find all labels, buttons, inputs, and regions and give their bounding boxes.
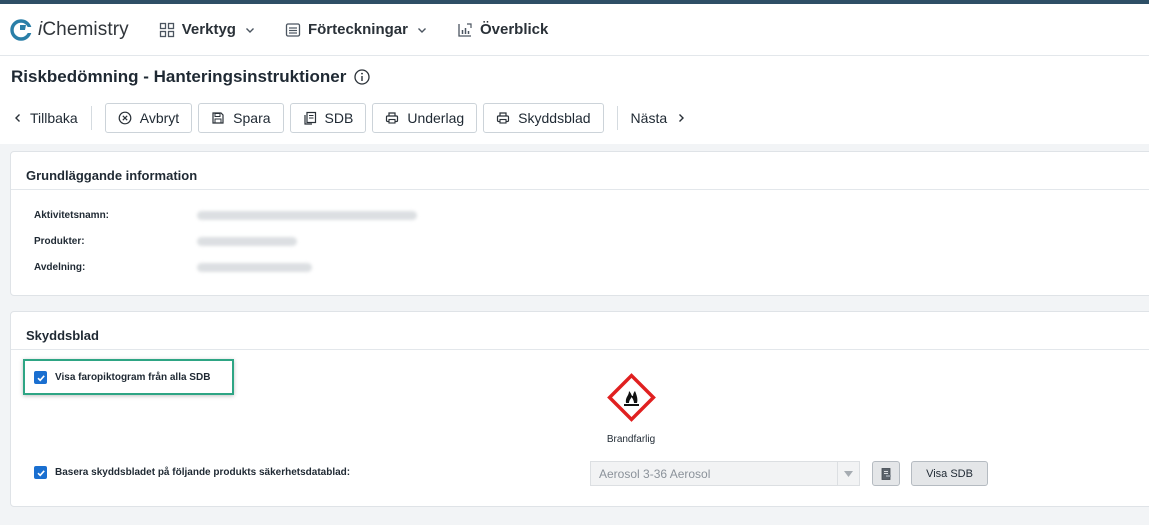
back-label: Tillbaka: [30, 110, 78, 126]
toolbar-divider: [616, 106, 618, 130]
underlag-label: Underlag: [407, 110, 465, 126]
department-label: Avdelning:: [34, 262, 86, 273]
base-on-product-checkbox[interactable]: [34, 466, 47, 479]
nav-forteckningar[interactable]: Förteckningar: [285, 21, 427, 38]
app-logo[interactable]: iChemistry: [10, 19, 129, 41]
save-label: Spara: [233, 110, 271, 126]
cancel-button[interactable]: Avbryt: [104, 103, 193, 133]
next-label: Nästa: [630, 110, 668, 126]
chevron-left-icon: [15, 114, 20, 122]
products-value: [197, 237, 297, 246]
document-export-icon: [881, 467, 891, 480]
skyddsblad-title: Skyddsblad: [11, 312, 1149, 350]
base-on-product-option[interactable]: Basera skyddsbladet på följande produkts…: [34, 466, 350, 479]
underlag-button[interactable]: Underlag: [372, 103, 478, 133]
activity-name-label: Aktivitetsnamn:: [34, 210, 110, 221]
printer-icon: [386, 112, 399, 124]
documents-icon: [303, 111, 316, 125]
list-icon: [285, 22, 301, 37]
basic-info-title: Grundläggande information: [11, 152, 1149, 190]
nav-verktyg[interactable]: Verktyg: [159, 21, 255, 38]
skyddsblad-button[interactable]: Skyddsblad: [483, 103, 604, 133]
printer-icon: [497, 112, 510, 124]
flammable-pictogram-icon: [607, 373, 656, 422]
cancel-icon: [118, 111, 132, 125]
chevron-down-icon: [417, 27, 426, 33]
page-title-text: Riskbedömning - Hanteringsinstruktioner: [11, 67, 347, 86]
page-title: Riskbedömning - Hanteringsinstruktioner: [11, 67, 370, 87]
toolbar-divider: [90, 106, 92, 130]
content-area: Grundläggande information Aktivitetsnamn…: [0, 144, 1149, 525]
department-value: [197, 263, 312, 272]
checkmark-icon: [36, 469, 45, 476]
product-select-value: Aerosol 3-36 Aerosol: [599, 466, 711, 481]
basic-info-card: Grundläggande information Aktivitetsnamn…: [10, 151, 1149, 296]
open-document-button[interactable]: [872, 461, 900, 486]
visa-sdb-button[interactable]: Visa SDB: [911, 461, 988, 486]
top-navigation: iChemistry Verktyg Förteckningar Överbli…: [0, 4, 1149, 56]
save-icon: [212, 112, 224, 124]
chevron-right-icon: [679, 114, 685, 122]
next-button[interactable]: Nästa: [631, 110, 687, 126]
action-toolbar: Tillbaka Avbryt Spara SDB Underlag Skydd…: [0, 103, 1149, 133]
sdb-label: SDB: [324, 110, 354, 126]
app-name: iChemistry: [38, 18, 129, 40]
products-label: Produkter:: [34, 236, 85, 247]
caret-down-icon: [844, 470, 853, 477]
sdb-button[interactable]: SDB: [289, 103, 367, 133]
pictogram-label: Brandfarlig: [606, 434, 656, 445]
skyddsblad-label: Skyddsblad: [518, 110, 591, 126]
cancel-label: Avbryt: [139, 110, 180, 126]
show-pictograms-label: Visa faropiktogram från alla SDB: [55, 372, 211, 383]
grid-icon: [159, 22, 174, 37]
select-arrow[interactable]: [837, 462, 859, 485]
product-select[interactable]: Aerosol 3-36 Aerosol: [590, 461, 860, 486]
chevron-down-icon: [245, 27, 254, 33]
nav-overblick[interactable]: Överblick: [457, 21, 548, 38]
show-pictograms-option[interactable]: Visa faropiktogram från alla SDB: [34, 371, 210, 384]
activity-name-value: [197, 211, 417, 220]
show-pictograms-checkbox[interactable]: [34, 371, 47, 384]
nav-forteckningar-label: Förteckningar: [307, 21, 408, 38]
nav-verktyg-label: Verktyg: [181, 21, 236, 38]
back-button[interactable]: Tillbaka: [13, 110, 78, 126]
nav-overblick-label: Överblick: [479, 21, 549, 38]
skyddsblad-card: Skyddsblad Visa faropiktogram från alla …: [10, 311, 1149, 507]
save-button[interactable]: Spara: [198, 103, 284, 133]
base-on-product-label: Basera skyddsbladet på följande produkts…: [55, 467, 351, 478]
chart-icon: [458, 22, 472, 37]
logo-icon: [10, 18, 32, 41]
checkmark-icon: [36, 374, 45, 381]
info-icon[interactable]: [354, 69, 370, 85]
